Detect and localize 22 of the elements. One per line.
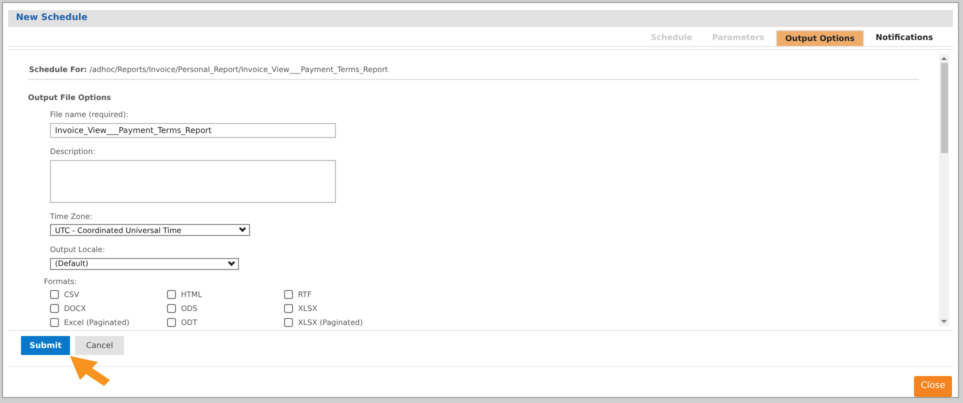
scroll-up-icon[interactable] bbox=[941, 57, 947, 60]
checkbox[interactable] bbox=[167, 304, 176, 314]
form-button[interactable]: Cancel bbox=[75, 336, 124, 355]
file-name-field[interactable]: Invoice_View___Payment_Terms_Report bbox=[50, 122, 336, 138]
checkbox[interactable] bbox=[167, 290, 176, 299]
scrollbar-thumb[interactable] bbox=[940, 63, 948, 153]
checkbox[interactable] bbox=[284, 318, 293, 328]
checkbox[interactable] bbox=[167, 318, 176, 328]
checkbox[interactable] bbox=[284, 304, 293, 314]
checkbox[interactable] bbox=[284, 290, 293, 299]
checkbox[interactable] bbox=[50, 304, 59, 314]
tab[interactable]: Output Options bbox=[776, 30, 864, 46]
scrollbar[interactable] bbox=[939, 54, 949, 326]
checkbox[interactable] bbox=[50, 318, 59, 328]
checkbox[interactable] bbox=[50, 290, 59, 299]
form-button[interactable]: Submit bbox=[21, 336, 70, 355]
description-field[interactable] bbox=[50, 160, 336, 203]
dialog-title: New Schedule bbox=[16, 12, 88, 25]
pointer-arrow-drawing bbox=[68, 354, 112, 388]
chevron-down-icon bbox=[238, 225, 246, 232]
tab[interactable]: Notifications bbox=[868, 30, 941, 46]
scroll-down-icon[interactable] bbox=[941, 320, 947, 323]
